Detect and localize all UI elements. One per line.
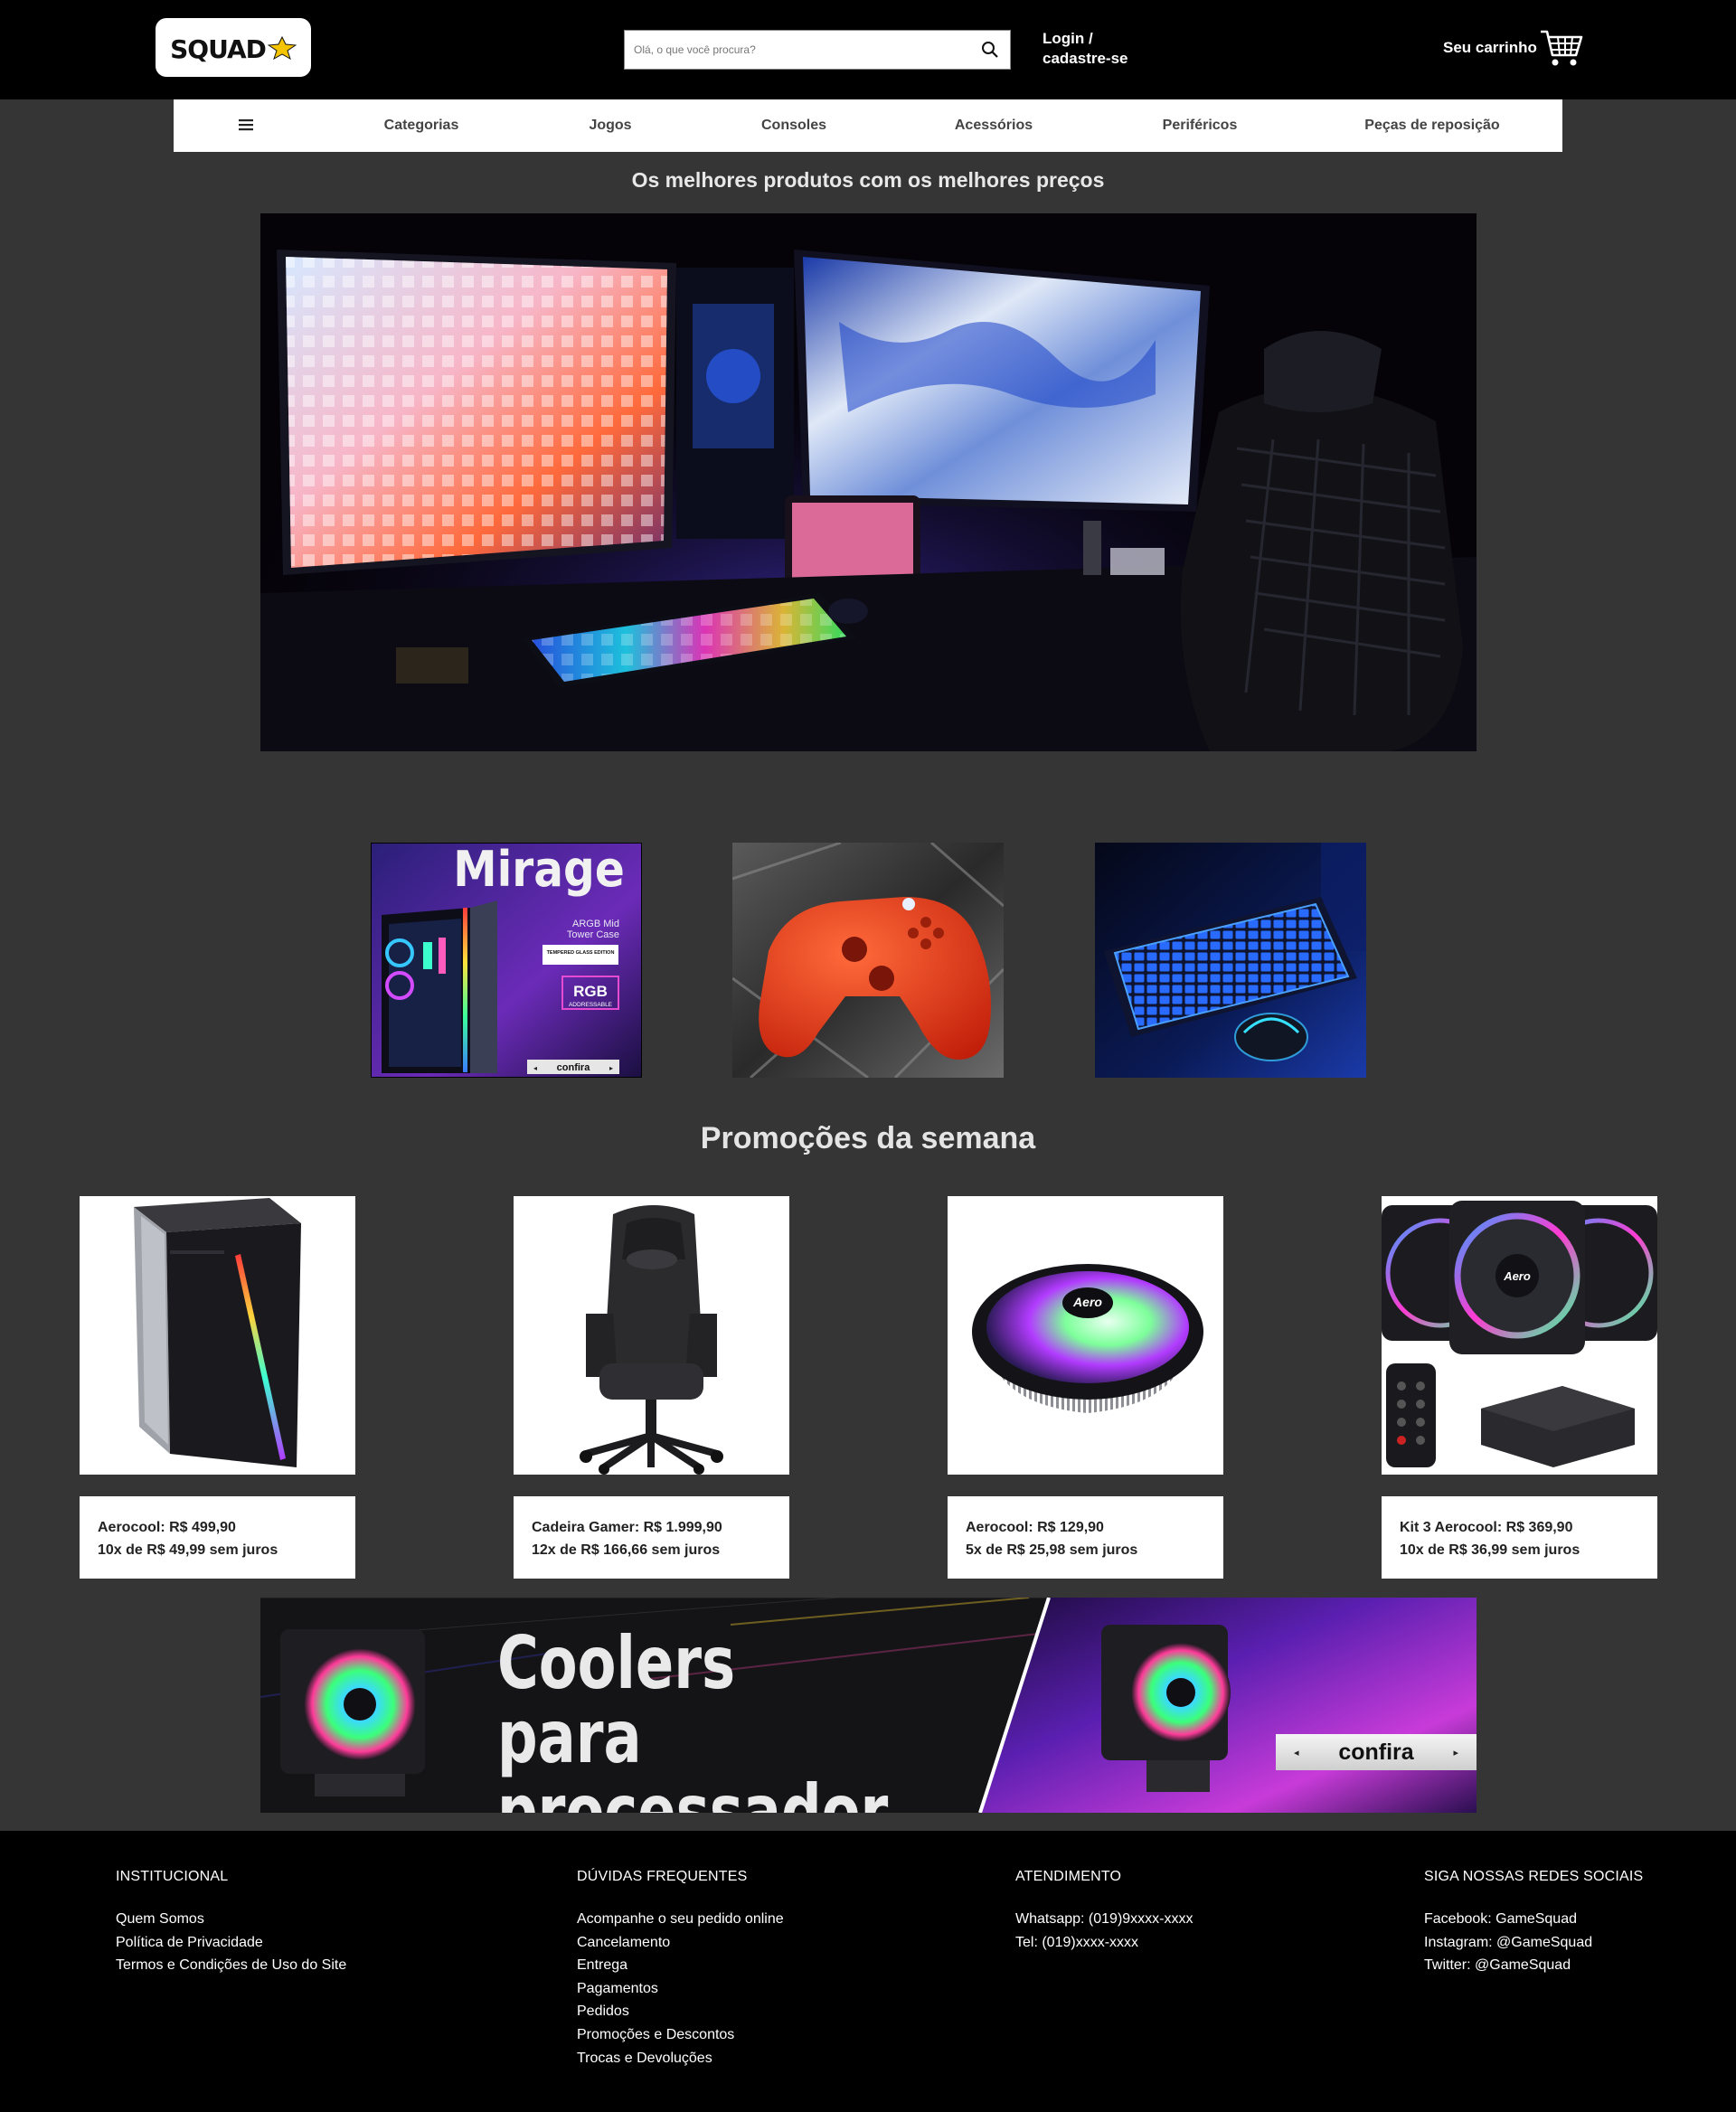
mirage-title: Mirage bbox=[453, 843, 624, 899]
red-controller-artwork bbox=[732, 843, 1004, 1078]
logo-star-icon bbox=[267, 35, 297, 60]
nav-item-jogos[interactable]: Jogos bbox=[589, 99, 631, 152]
footer-link[interactable]: Tel: (019)xxxx-xxxx bbox=[1015, 1931, 1194, 1955]
headline-line-2: processador bbox=[497, 1769, 889, 1814]
mirage-rgb-sub: ADDRESSABLE bbox=[569, 1002, 613, 1008]
footer-link[interactable]: Whatsapp: (019)9xxxx-xxxx bbox=[1015, 1908, 1194, 1931]
footer-col-title: DÚVIDAS FREQUENTES bbox=[577, 1869, 748, 1884]
weekly-promos-title: Promoções da semana bbox=[700, 1121, 1036, 1155]
footer-link[interactable]: Instagram: @GameSquad bbox=[1424, 1931, 1643, 1955]
login-link[interactable]: Login / cadastre-se bbox=[1043, 29, 1178, 69]
search-bar bbox=[624, 30, 1011, 70]
main-nav: Categorias Jogos Consoles Acessórios Per… bbox=[174, 99, 1562, 152]
hamburger-menu-icon[interactable] bbox=[239, 118, 253, 132]
footer-link[interactable]: Política de Privacidade bbox=[116, 1931, 346, 1955]
footer-link[interactable]: Cancelamento bbox=[577, 1931, 784, 1955]
footer-link[interactable]: Pagamentos bbox=[577, 1977, 784, 2001]
logo-text: SQUAD bbox=[170, 34, 267, 64]
nav-item-pecas-de-reposicao[interactable]: Peças de reposição bbox=[1364, 99, 1499, 152]
promo-tile-controller[interactable] bbox=[732, 843, 1004, 1078]
cooler-brand-label: Aero bbox=[1072, 1295, 1102, 1309]
search-input[interactable] bbox=[634, 31, 959, 69]
product-image-cpu-cooler[interactable]: Aero bbox=[948, 1196, 1223, 1475]
mirage-badge: TEMPERED GLASS EDITION bbox=[547, 950, 615, 956]
confira-label: confira bbox=[1338, 1739, 1414, 1765]
keyboard-mouse-artwork bbox=[1095, 843, 1366, 1078]
footer-col-title: SIGA NOSSAS REDES SOCIAIS bbox=[1424, 1869, 1644, 1884]
footer-link[interactable]: Pedidos bbox=[577, 2000, 784, 2023]
site-logo[interactable]: SQUAD bbox=[156, 18, 311, 77]
headline-line-1: Coolers para bbox=[497, 1621, 736, 1779]
footer-link[interactable]: Trocas e Devoluções bbox=[577, 2047, 784, 2070]
product-installments: 12x de R$ 166,66 sem juros bbox=[532, 1542, 721, 1558]
arrow-left-icon: ◂ bbox=[1294, 1747, 1299, 1758]
product-price: Cadeira Gamer: R$ 1.999,90 bbox=[532, 1520, 722, 1535]
pc-case-image bbox=[134, 1198, 301, 1467]
mirage-subtitle-1: ARGB Mid bbox=[572, 919, 619, 929]
mirage-cta[interactable]: confira bbox=[557, 1062, 591, 1073]
product-card-pc-case[interactable]: Aerocool: R$ 499,90 10x de R$ 49,99 sem … bbox=[80, 1496, 355, 1579]
mirage-cta-left-arrow-icon: ◂ bbox=[533, 1064, 537, 1072]
product-card-fan-kit[interactable]: Kit 3 Aerocool: R$ 369,90 10x de R$ 36,9… bbox=[1382, 1496, 1657, 1579]
site-header: SQUAD Login / cadastre-se Seu carrinho bbox=[0, 0, 1736, 99]
fan-kit-image: Aero bbox=[1382, 1201, 1657, 1467]
product-price: Aerocool: R$ 499,90 bbox=[98, 1520, 236, 1535]
footer-col-title: ATENDIMENTO bbox=[1015, 1869, 1122, 1884]
mirage-case-artwork: Mirage ARGB Mid Tower Case TEMPERED GLAS… bbox=[371, 843, 642, 1078]
promo-tile-mirage-case[interactable]: Mirage ARGB Mid Tower Case TEMPERED GLAS… bbox=[371, 843, 642, 1078]
footer-col-institucional: INSTITUCIONAL Quem Somos Política de Pri… bbox=[116, 1869, 346, 1977]
signup-label: cadastre-se bbox=[1043, 50, 1128, 67]
product-card-gaming-chair[interactable]: Cadeira Gamer: R$ 1.999,90 12x de R$ 166… bbox=[514, 1496, 789, 1579]
arrow-right-icon: ▸ bbox=[1453, 1747, 1458, 1758]
fan-brand-label: Aero bbox=[1503, 1269, 1531, 1283]
footer-link[interactable]: Entrega bbox=[577, 1954, 784, 1977]
product-installments: 10x de R$ 36,99 sem juros bbox=[1400, 1542, 1580, 1558]
footer-col-title: INSTITUCIONAL bbox=[116, 1869, 229, 1884]
product-card-cpu-cooler[interactable]: Aerocool: R$ 129,90 5x de R$ 25,98 sem j… bbox=[948, 1496, 1223, 1579]
shopping-cart-icon bbox=[1540, 30, 1583, 66]
footer-link[interactable]: Promoções e Descontos bbox=[577, 2023, 784, 2047]
hero-banner-image[interactable] bbox=[260, 213, 1477, 751]
footer-link[interactable]: Twitter: @GameSquad bbox=[1424, 1954, 1643, 1977]
confira-button[interactable]: ◂ confira ▸ bbox=[1276, 1734, 1477, 1770]
login-label: Login / bbox=[1043, 30, 1093, 47]
footer-col-redes-sociais: SIGA NOSSAS REDES SOCIAIS Facebook: Game… bbox=[1424, 1869, 1643, 1977]
footer-link[interactable]: Acompanhe o seu pedido online bbox=[577, 1908, 784, 1931]
search-icon[interactable] bbox=[981, 41, 999, 59]
hero-tagline: Os melhores produtos com os melhores pre… bbox=[631, 168, 1105, 192]
gaming-chair-image bbox=[580, 1205, 723, 1475]
cooler-promo-banner[interactable]: Coolers para processador ◂ confira ▸ bbox=[260, 1598, 1477, 1813]
product-image-gaming-chair[interactable] bbox=[514, 1196, 789, 1475]
footer-link[interactable]: Termos e Condições de Uso do Site bbox=[116, 1954, 346, 1977]
footer-col-duvidas: DÚVIDAS FREQUENTES Acompanhe o seu pedid… bbox=[577, 1869, 784, 2070]
footer-link[interactable]: Quem Somos bbox=[116, 1908, 346, 1931]
mirage-rgb-label: RGB bbox=[573, 983, 608, 1000]
gaming-setup-illustration bbox=[260, 213, 1477, 751]
nav-item-consoles[interactable]: Consoles bbox=[761, 99, 826, 152]
cart-label: Seu carrinho bbox=[1443, 39, 1537, 56]
cooler-banner-headline: Coolers para processador bbox=[497, 1621, 889, 1814]
footer-link[interactable]: Facebook: GameSquad bbox=[1424, 1908, 1643, 1931]
product-installments: 10x de R$ 49,99 sem juros bbox=[98, 1542, 278, 1558]
product-price: Kit 3 Aerocool: R$ 369,90 bbox=[1400, 1520, 1573, 1535]
product-installments: 5x de R$ 25,98 sem juros bbox=[966, 1542, 1138, 1558]
nav-item-perifericos[interactable]: Periféricos bbox=[1163, 99, 1238, 152]
cpu-cooler-image: Aero bbox=[972, 1264, 1203, 1413]
mirage-cta-right-arrow-icon: ▸ bbox=[609, 1064, 613, 1072]
footer-col-atendimento: ATENDIMENTO Whatsapp: (019)9xxxx-xxxx Te… bbox=[1015, 1869, 1194, 1954]
product-image-pc-case[interactable] bbox=[80, 1196, 355, 1475]
nav-item-categorias[interactable]: Categorias bbox=[384, 99, 459, 152]
mirage-subtitle-2: Tower Case bbox=[567, 929, 619, 940]
site-footer: INSTITUCIONAL Quem Somos Política de Pri… bbox=[0, 1831, 1736, 2112]
cart-button[interactable]: Seu carrinho bbox=[1443, 25, 1584, 71]
nav-item-acessorios[interactable]: Acessórios bbox=[955, 99, 1033, 152]
product-image-fan-kit[interactable]: Aero bbox=[1382, 1196, 1657, 1475]
promo-tile-keyboard-mouse[interactable] bbox=[1095, 843, 1366, 1078]
product-price: Aerocool: R$ 129,90 bbox=[966, 1520, 1104, 1535]
